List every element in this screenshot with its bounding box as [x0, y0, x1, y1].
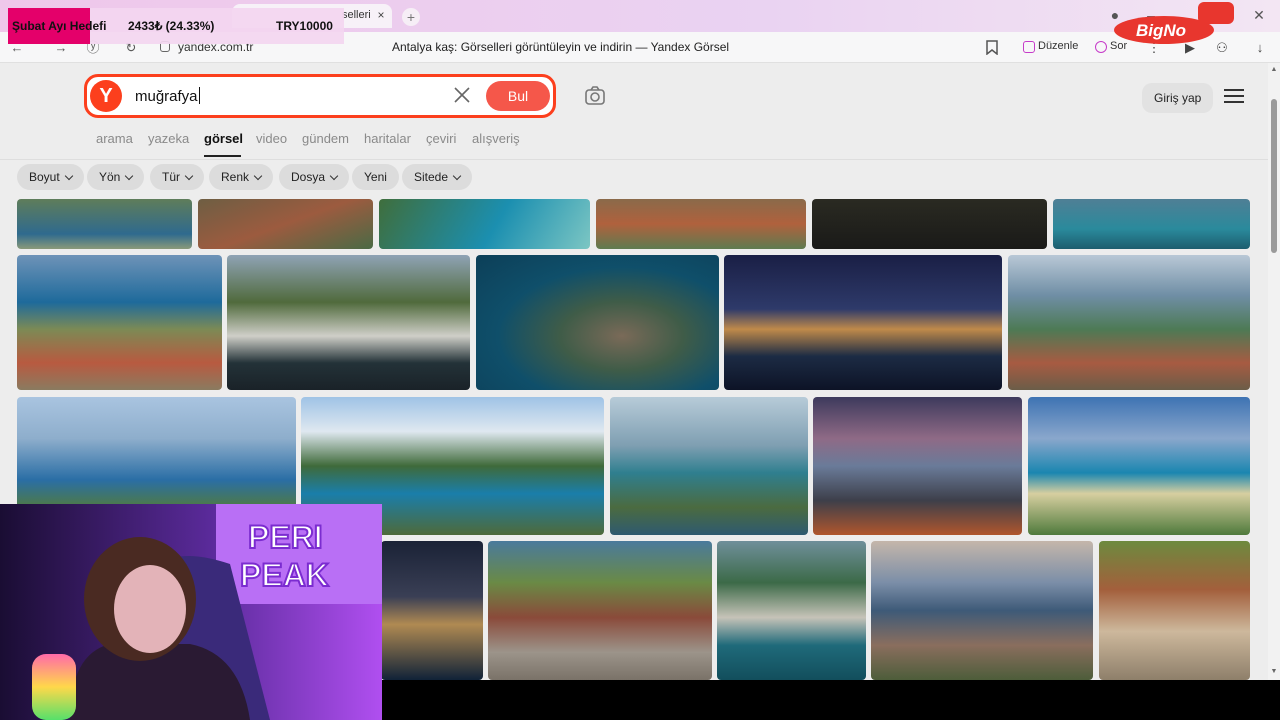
chevron-down-icon — [64, 171, 73, 181]
image-thumbnail[interactable] — [812, 199, 1047, 249]
image-thumbnail[interactable] — [198, 199, 373, 249]
microphone — [32, 654, 76, 720]
chevron-down-icon — [452, 171, 462, 181]
filter-label: Yön — [99, 170, 121, 184]
filter-type[interactable]: Tür — [150, 164, 204, 190]
image-thumbnail[interactable] — [1053, 199, 1250, 249]
tab-title: selleri — [342, 9, 371, 21]
search-query-text: muğrafya — [135, 88, 198, 105]
close-window-icon[interactable]: ✕ — [1250, 7, 1268, 24]
image-thumbnail[interactable] — [381, 541, 483, 680]
sponsor-logo-text: BigNo — [1136, 21, 1186, 40]
image-thumbnail[interactable] — [17, 255, 222, 390]
chevron-down-icon — [329, 171, 339, 181]
filter-file[interactable]: Dosya — [279, 164, 350, 190]
image-thumbnail[interactable] — [1008, 255, 1250, 390]
filter-label: Sitede — [414, 170, 449, 184]
image-thumbnail[interactable] — [488, 541, 712, 680]
filter-label: Boyut — [29, 170, 60, 184]
service-tab-alisveris[interactable]: alışveriş — [472, 131, 520, 146]
image-thumbnail[interactable] — [17, 199, 192, 249]
page-title: Antalya kaş: Görselleri görüntüleyin ve … — [392, 40, 730, 54]
divider — [0, 159, 1268, 160]
chevron-down-icon — [184, 171, 194, 181]
webcam-overlay: PERI PEAK — [0, 504, 382, 720]
scrollbar-thumb[interactable] — [1271, 99, 1277, 253]
hamburger-menu-icon[interactable] — [1224, 89, 1244, 105]
new-tab-button[interactable]: + — [402, 8, 420, 26]
neon-sign-line1: PERI — [248, 519, 323, 555]
download-icon[interactable]: ↓ — [1252, 40, 1268, 56]
service-tab-haritalar[interactable]: haritalar — [364, 131, 411, 146]
image-thumbnail[interactable] — [610, 397, 808, 535]
clear-search-icon[interactable] — [451, 84, 473, 106]
ask-icon — [1095, 41, 1107, 53]
login-button[interactable]: Giriş yap — [1142, 83, 1214, 113]
filter-orientation[interactable]: Yön — [87, 164, 145, 190]
search-input[interactable]: muğrafya — [135, 87, 200, 105]
image-thumbnail[interactable] — [476, 255, 719, 390]
donation-goal-widget: Şubat Ayı Hedefi 2433₺ (24.33%) TRY10000 — [8, 8, 344, 44]
neon-sign-line2: PEAK — [240, 557, 329, 593]
edit-label: Düzenle — [1038, 40, 1079, 52]
person-face — [114, 565, 186, 653]
screen: selleri × + ● – ✕ ← → ⓨ ↻ yandex.com.tr … — [0, 0, 1280, 720]
edit-icon — [1023, 41, 1035, 53]
active-tab-indicator — [204, 155, 241, 157]
filter-label: Renk — [221, 170, 250, 184]
goal-progress-text: 2433₺ (24.33%) — [128, 19, 215, 33]
filter-label: Yeni — [364, 170, 387, 184]
filter-new[interactable]: Yeni — [352, 164, 399, 190]
scroll-down-icon[interactable]: ▼ — [1270, 668, 1278, 675]
scroll-up-icon[interactable]: ▲ — [1270, 66, 1278, 73]
image-thumbnail[interactable] — [596, 199, 806, 249]
filter-site[interactable]: Sitede — [402, 164, 473, 190]
text-caret — [198, 87, 200, 104]
service-tab-gundem[interactable]: gündem — [302, 131, 349, 146]
filter-color[interactable]: Renk — [209, 164, 274, 190]
tab-close-icon[interactable]: × — [374, 8, 388, 22]
bookmark-icon[interactable] — [986, 40, 998, 55]
search-button[interactable]: Bul — [486, 81, 550, 111]
goal-label: Şubat Ayı Hedefi — [12, 19, 107, 33]
image-thumbnail[interactable] — [1028, 397, 1250, 535]
chevron-down-icon — [125, 171, 134, 181]
image-thumbnail[interactable] — [813, 397, 1022, 535]
image-thumbnail[interactable] — [379, 199, 590, 249]
image-thumbnail[interactable] — [717, 541, 866, 680]
edit-button[interactable]: Düzenle — [1020, 38, 1084, 57]
filter-label: Tür — [162, 170, 180, 184]
image-thumbnail[interactable] — [724, 255, 1002, 390]
filter-label: Dosya — [291, 170, 326, 184]
service-tab-video[interactable]: video — [256, 131, 287, 146]
image-thumbnail[interactable] — [227, 255, 470, 390]
camera-search-icon[interactable] — [584, 85, 606, 107]
service-tab-yazeka[interactable]: yazeka — [148, 131, 189, 146]
filter-size[interactable]: Boyut — [17, 164, 84, 190]
service-tab-arama[interactable]: arama — [96, 131, 133, 146]
yandex-logo[interactable]: Y — [90, 80, 122, 112]
sponsor-logo: BigNo — [1114, 2, 1234, 44]
image-thumbnail[interactable] — [871, 541, 1093, 680]
service-tab-ceviri[interactable]: çeviri — [426, 131, 456, 146]
vertical-scrollbar[interactable]: ▲ ▼ — [1268, 63, 1280, 680]
service-tab-gorsel[interactable]: görsel — [204, 131, 243, 146]
image-thumbnail[interactable] — [1099, 541, 1250, 680]
goal-target-text: TRY10000 — [276, 19, 333, 33]
search-box[interactable]: Y muğrafya Bul — [84, 74, 556, 118]
chevron-down-icon — [253, 171, 263, 181]
